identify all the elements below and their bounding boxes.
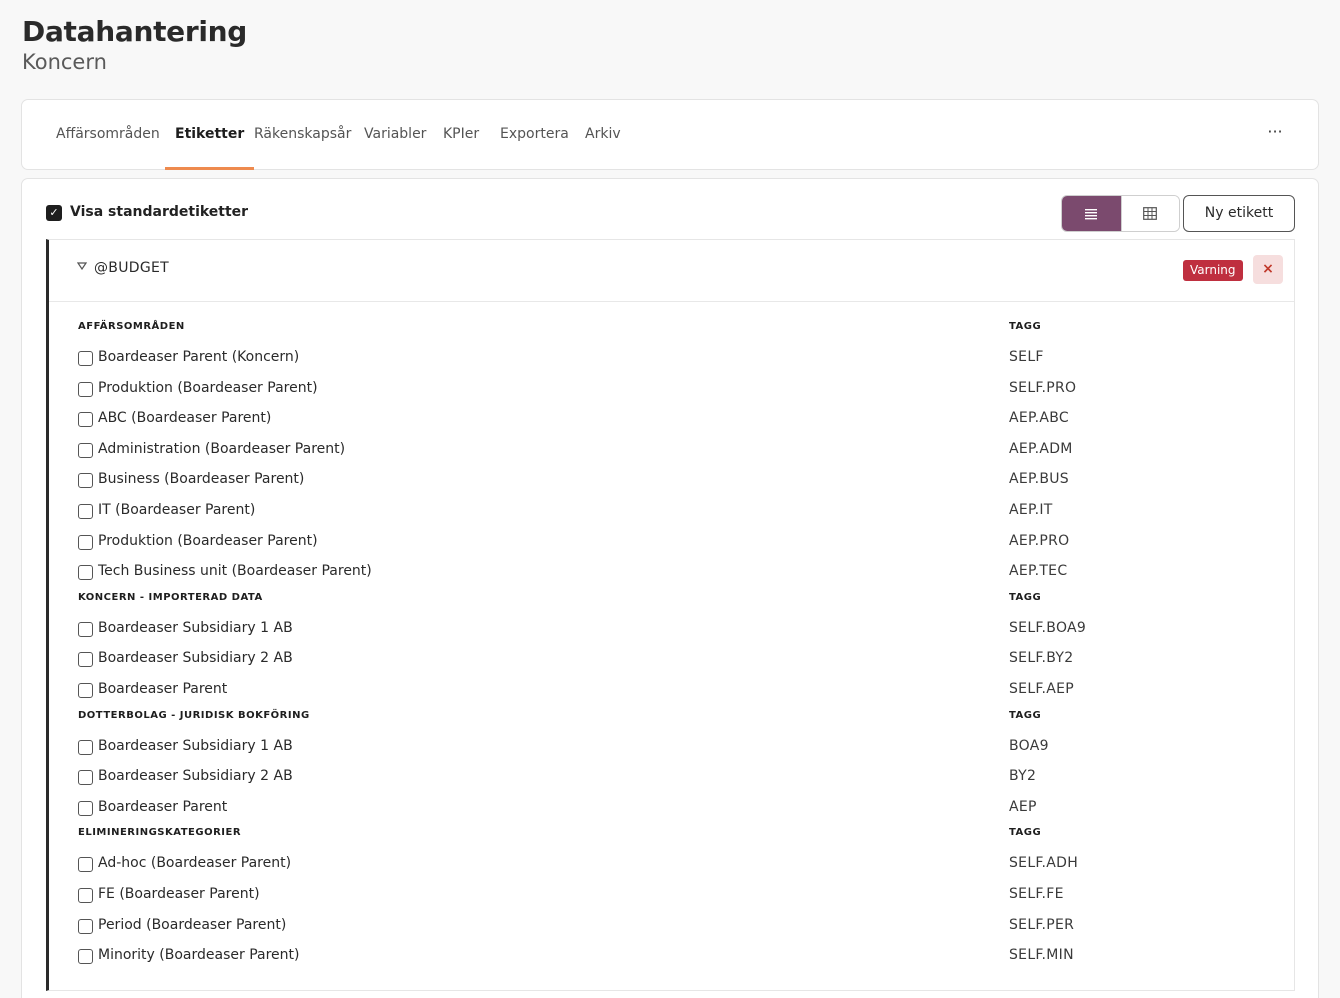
- row-checkbox[interactable]: [78, 888, 93, 903]
- list-view-button[interactable]: [1062, 196, 1121, 231]
- row-checkbox[interactable]: [78, 800, 93, 816]
- row-label: Boardeaser Subsidiary 2 AB: [98, 650, 293, 667]
- row-checkbox[interactable]: [78, 565, 93, 581]
- row-label: Boardeaser Parent (Koncern): [98, 349, 300, 365]
- close-icon[interactable]: ×: [1253, 255, 1283, 284]
- row-tag: SELF: [1009, 349, 1044, 365]
- labels-panel: ✓ Visa standardetiketter Ny etikett @BUD…: [21, 178, 1319, 998]
- row-label: Boardeaser Parent: [98, 681, 228, 697]
- row-tag: SELF.MIN: [1009, 947, 1074, 964]
- row-checkbox[interactable]: [78, 473, 93, 489]
- row-tag: AEP.ADM: [1009, 440, 1073, 457]
- row-tag: SELF.FE: [1009, 886, 1064, 902]
- row-tag: SELF.BY2: [1009, 650, 1074, 667]
- row-label: Produktion (Boardeaser Parent): [98, 532, 318, 549]
- caret-down-icon[interactable]: [77, 262, 87, 270]
- row-tag: AEP.PRO: [1009, 532, 1070, 549]
- group-header: DOTTERBOLAG - JURIDISK BOKFÖRING: [78, 709, 310, 721]
- row-checkbox[interactable]: [78, 534, 93, 550]
- row-tag: SELF.BOA9: [1009, 619, 1087, 636]
- show-standard-label: Visa standardetiketter: [70, 204, 249, 220]
- row-tag: AEP.BUS: [1009, 471, 1069, 488]
- tab-affarsomraden[interactable]: Affärsområden: [56, 100, 160, 170]
- tab-rakenskapsar[interactable]: Räkenskapsår: [254, 100, 351, 170]
- group-header: ELIMINERINGSKATEGORIER: [78, 827, 242, 839]
- row-tag: SELF.AEP: [1009, 681, 1075, 697]
- page-subtitle: Koncern: [22, 50, 107, 74]
- row-label: Boardeaser Parent: [98, 798, 228, 815]
- row-tag: SELF.ADH: [1009, 855, 1079, 872]
- tab-exportera[interactable]: Exportera: [500, 100, 569, 170]
- row-checkbox[interactable]: [78, 770, 93, 786]
- row-label: Business (Boardeaser Parent): [98, 471, 305, 488]
- row-checkbox[interactable]: [78, 949, 93, 965]
- list-icon: [1085, 208, 1098, 219]
- row-checkbox[interactable]: [78, 739, 93, 755]
- row-tag: AEP.IT: [1009, 502, 1053, 518]
- row-checkbox[interactable]: [78, 381, 93, 397]
- view-mode-toggle: [1061, 195, 1180, 232]
- row-tag: SELF.PER: [1009, 916, 1075, 933]
- row-checkbox[interactable]: [78, 504, 93, 519]
- label-section-budget: @BUDGET Varning × AFFÄRSOMRÅDEN TAGG Board…: [46, 239, 1295, 991]
- tab-variabler[interactable]: Variabler: [364, 100, 426, 170]
- row-checkbox[interactable]: [78, 621, 93, 637]
- grid-view-button[interactable]: [1120, 196, 1179, 231]
- row-label: Period (Boardeaser Parent): [98, 916, 287, 933]
- group-header: KONCERN - IMPORTERAD DATA: [78, 591, 263, 603]
- tabs-bar: Affärsområden Etiketter Räkenskapsår Var…: [21, 99, 1319, 170]
- row-checkbox[interactable]: [78, 652, 93, 668]
- row-label: ABC (Boardeaser Parent): [98, 410, 272, 427]
- status-badge: Varning: [1183, 260, 1243, 281]
- more-options-icon[interactable]: ···: [1262, 122, 1288, 146]
- row-tag: SELF.PRO: [1009, 379, 1077, 396]
- page-title: Datahantering: [22, 15, 248, 48]
- row-checkbox[interactable]: [78, 351, 93, 366]
- row-tag: BOA9: [1009, 737, 1049, 754]
- tab-arkiv[interactable]: Arkiv: [585, 100, 621, 170]
- section-name[interactable]: @BUDGET: [94, 260, 169, 276]
- row-checkbox[interactable]: [78, 918, 93, 934]
- row-label: Boardeaser Subsidiary 2 AB: [98, 768, 293, 785]
- row-tag: BY2: [1009, 768, 1037, 785]
- row-checkbox[interactable]: [78, 412, 93, 428]
- tag-column-header: TAGG: [1009, 827, 1042, 839]
- row-label: Boardeaser Subsidiary 1 AB: [98, 737, 293, 754]
- grid-icon: [1143, 207, 1158, 220]
- row-tag: AEP.TEC: [1009, 563, 1068, 580]
- row-checkbox[interactable]: [78, 442, 93, 458]
- tab-kpier[interactable]: KPIer: [443, 100, 479, 170]
- new-label-button[interactable]: Ny etikett: [1183, 195, 1295, 232]
- tag-column-header: TAGG: [1009, 591, 1042, 603]
- show-standard-checkbox[interactable]: ✓: [46, 205, 62, 221]
- row-tag: AEP.ABC: [1009, 410, 1069, 427]
- row-checkbox[interactable]: [78, 683, 93, 698]
- row-label: Boardeaser Subsidiary 1 AB: [98, 619, 293, 636]
- row-label: Ad-hoc (Boardeaser Parent): [98, 855, 292, 872]
- row-label: FE (Boardeaser Parent): [98, 886, 260, 902]
- row-tag: AEP: [1009, 798, 1037, 815]
- row-label: IT (Boardeaser Parent): [98, 502, 256, 518]
- group-header: AFFÄRSOMRÅDEN: [78, 321, 185, 332]
- row-checkbox[interactable]: [78, 857, 93, 873]
- row-label: Minority (Boardeaser Parent): [98, 947, 300, 964]
- row-label: Produktion (Boardeaser Parent): [98, 379, 318, 396]
- tag-column-header: TAGG: [1009, 321, 1042, 332]
- section-header: @BUDGET Varning ×: [49, 240, 1294, 302]
- tag-column-header: TAGG: [1009, 709, 1042, 721]
- tab-etiketter[interactable]: Etiketter: [164, 100, 255, 170]
- row-label: Tech Business unit (Boardeaser Parent): [98, 563, 372, 580]
- row-label: Administration (Boardeaser Parent): [98, 440, 346, 457]
